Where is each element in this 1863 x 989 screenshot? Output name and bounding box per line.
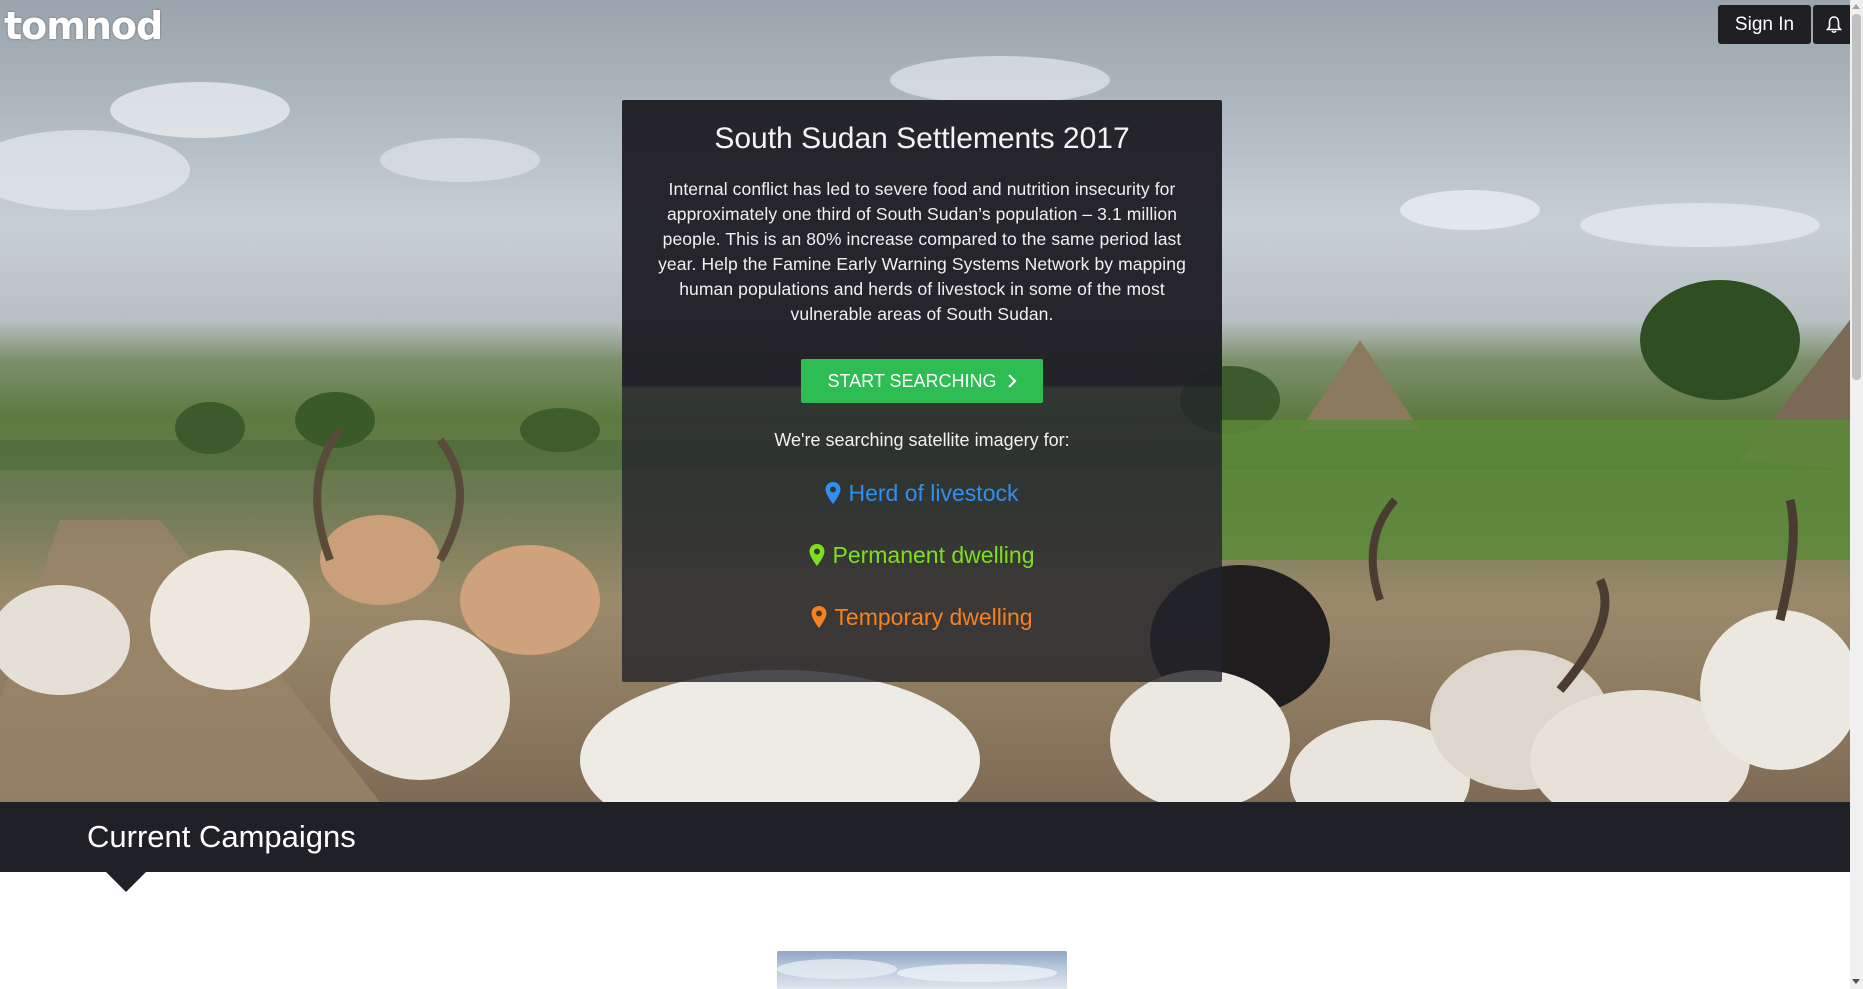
section-pointer: [106, 872, 146, 892]
category-herd-of-livestock: Herd of livestock: [622, 480, 1222, 507]
start-searching-button[interactable]: START SEARCHING: [801, 359, 1043, 403]
campaign-thumbnail[interactable]: [777, 951, 1067, 989]
chevron-right-icon: [1007, 359, 1017, 403]
category-temporary-dwelling: Temporary dwelling: [622, 604, 1222, 631]
scrollbar-thumb[interactable]: [1852, 14, 1861, 380]
searching-for-label: We're searching satellite imagery for:: [774, 430, 1070, 450]
category-label: Permanent dwelling: [832, 542, 1035, 568]
current-campaigns-bar: Current Campaigns: [0, 802, 1850, 872]
campaign-thumbnail-image: [777, 959, 1057, 982]
notifications-button[interactable]: [1813, 5, 1854, 44]
current-campaigns-heading: Current Campaigns: [87, 819, 356, 854]
map-pin-icon: [825, 482, 841, 504]
sign-in-button[interactable]: Sign In: [1718, 5, 1811, 44]
category-permanent-dwelling: Permanent dwelling: [622, 542, 1222, 569]
campaign-title: South Sudan Settlements 2017: [714, 122, 1130, 155]
scroll-up-arrow[interactable]: [1852, 4, 1860, 9]
category-label: Herd of livestock: [848, 480, 1019, 506]
campaign-description: Internal conflict has led to severe food…: [658, 179, 1186, 324]
tomnod-logo[interactable]: tomnod: [4, 6, 163, 46]
start-searching-label: START SEARCHING: [827, 371, 997, 391]
map-pin-icon: [809, 544, 825, 566]
campaign-intro-panel: South Sudan Settlements 2017 Internal co…: [622, 100, 1222, 682]
map-pin-icon: [811, 606, 827, 628]
bell-icon: [1825, 15, 1842, 33]
scroll-down-arrow[interactable]: [1852, 979, 1860, 984]
category-label: Temporary dwelling: [834, 604, 1033, 630]
